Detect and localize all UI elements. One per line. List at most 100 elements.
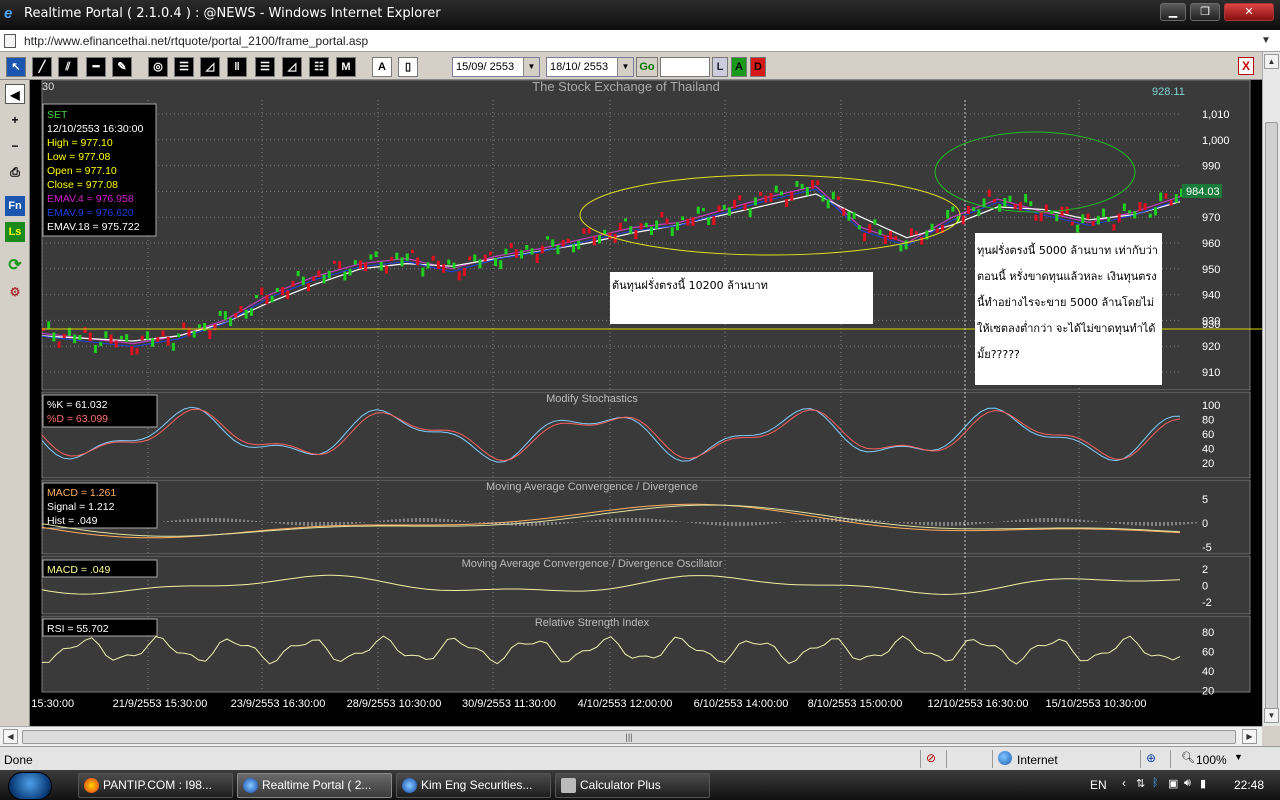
date-from-select[interactable]: 15/09/ 2553 ▼ (452, 57, 540, 77)
restore-button[interactable]: ❐ (1190, 3, 1220, 21)
macd-hist-value: Hist = .049 (47, 515, 98, 527)
zoom-dropdown-icon[interactable]: ▼ (1234, 752, 1243, 762)
zoom-level[interactable]: 100% (1196, 753, 1227, 767)
candle (951, 206, 955, 212)
mean-tool-icon[interactable]: M (336, 57, 356, 77)
candle (857, 225, 861, 230)
note-tool-icon[interactable]: ▯ (398, 57, 418, 77)
zoom-out-icon[interactable]: − (5, 136, 25, 156)
candle (1076, 224, 1080, 233)
print-icon[interactable]: ⎙ (5, 162, 25, 182)
osc-tick-label: -2 (1202, 597, 1212, 609)
candle (208, 330, 212, 339)
parallel-line-tool-icon[interactable]: ⫽ (58, 57, 78, 77)
price-tick-label: 960 (1202, 238, 1220, 250)
start-button[interactable] (8, 772, 52, 800)
fibonacci-circle-tool-icon[interactable]: ◎ (148, 57, 168, 77)
task-calculator[interactable]: Calculator Plus (555, 773, 710, 798)
candle (826, 199, 830, 209)
pointer-tool-icon[interactable]: ↖ (6, 57, 26, 77)
candle (670, 227, 674, 237)
monitor-icon[interactable]: ▣ (1168, 777, 1178, 790)
settings-icon[interactable]: ⚙ (5, 282, 25, 302)
candle (338, 261, 342, 269)
candle (436, 260, 440, 270)
zoom-icon[interactable]: 🔍︎ (1181, 751, 1195, 764)
task-pantip[interactable]: PANTIP.COM : I98... (78, 773, 233, 798)
fn-button[interactable]: Fn (5, 196, 25, 216)
chevron-down-icon[interactable]: ▼ (617, 58, 633, 76)
clock[interactable]: 22:48 (1234, 778, 1264, 792)
candle (914, 231, 918, 235)
horizontal-scroll-thumb[interactable]: ||| (22, 730, 1236, 744)
candle (738, 195, 742, 201)
horizontal-line-tool-icon[interactable]: ━ (86, 57, 106, 77)
vertical-scrollbar[interactable]: ▲ ▼ (1262, 52, 1280, 726)
rsi-tick-label: 60 (1202, 647, 1214, 659)
address-bar[interactable]: http://www.efinancethai.net/rtquote/port… (0, 30, 1280, 52)
line-tool-icon[interactable]: ╱ (32, 57, 52, 77)
power-icon[interactable]: ▮ (1200, 777, 1206, 790)
zoom-in-icon[interactable]: + (5, 110, 25, 130)
price-tick-label: 950 (1202, 264, 1220, 276)
candle (977, 209, 981, 217)
d-button[interactable]: D (750, 57, 766, 77)
date-to-select[interactable]: 18/10/ 2553 ▼ (546, 57, 634, 77)
volume-icon[interactable]: 🔊︎ (1184, 777, 1191, 790)
candle (509, 243, 513, 249)
window-title: Realtime Portal ( 2.1.0.4 ) : @NEWS - Wi… (24, 6, 441, 21)
candle (821, 195, 825, 202)
candle (873, 219, 877, 225)
candle (909, 228, 913, 236)
popup-blocker-icon[interactable]: ⊘ (926, 751, 936, 765)
candle (348, 268, 352, 276)
vertical-scroll-thumb[interactable] (1265, 122, 1278, 722)
scroll-right-icon[interactable]: ▶ (1242, 729, 1257, 744)
a-button[interactable]: A (731, 57, 747, 77)
refresh-icon[interactable]: ⟳ (5, 256, 25, 276)
text-tool-button[interactable]: A (372, 57, 392, 77)
candle (52, 332, 56, 342)
protected-mode-icon[interactable]: ⊕ (1146, 751, 1156, 765)
scroll-down-icon[interactable]: ▼ (1264, 708, 1279, 723)
go-button[interactable]: Go (636, 57, 658, 77)
language-indicator[interactable]: EN (1090, 778, 1107, 792)
scroll-left-icon[interactable]: ◀ (3, 729, 18, 744)
window-titlebar: e Realtime Portal ( 2.1.0.4 ) : @NEWS - … (0, 0, 1280, 30)
candle (171, 342, 175, 351)
minimize-button[interactable]: ▁ (1160, 3, 1186, 21)
address-dropdown-icon[interactable]: ▼ (1258, 33, 1274, 49)
gann-fan-tool-icon[interactable]: ◿ (282, 57, 302, 77)
chart-area[interactable]: 30 The Stock Exchange of Thailand 928.11… (10, 79, 1262, 726)
gann-line-tool-icon[interactable]: ☰ (255, 57, 275, 77)
bluetooth-icon[interactable]: ᛒ (1152, 777, 1159, 789)
task-realtime-portal[interactable]: Realtime Portal ( 2... (237, 773, 392, 798)
task-kim-eng[interactable]: Kim Eng Securities... (396, 773, 551, 798)
fibonacci-retracement-tool-icon[interactable]: ☰ (174, 57, 194, 77)
collapse-left-icon[interactable]: ◀ (5, 84, 25, 104)
scroll-up-icon[interactable]: ▲ (1264, 54, 1279, 69)
channel-tool-icon[interactable]: ☷ (309, 57, 329, 77)
ls-button[interactable]: Ls (5, 222, 25, 242)
time-zone-tool-icon[interactable]: ‖ (227, 57, 247, 77)
chevron-down-icon[interactable]: ▼ (523, 58, 539, 76)
fibonacci-fan-tool-icon[interactable]: ◿ (200, 57, 220, 77)
candle (811, 180, 815, 189)
candle (1174, 194, 1178, 203)
osc-title: Moving Average Convergence / Divergence … (462, 558, 723, 570)
candle (130, 346, 134, 356)
l-button[interactable]: L (712, 57, 728, 77)
chart-close-button[interactable]: X (1238, 57, 1254, 75)
horizontal-scrollbar[interactable]: ◀ ||| ▶ (0, 726, 1262, 746)
network-icon[interactable]: ⇅ (1136, 777, 1145, 790)
info-symbol: SET (47, 109, 68, 121)
address-url[interactable]: http://www.efinancethai.net/rtquote/port… (24, 34, 368, 48)
info-emav18: EMAV.18 = 975.722 (47, 221, 140, 233)
tray-expand-icon[interactable]: ‹ (1122, 776, 1126, 790)
eraser-tool-icon[interactable]: ✎ (112, 57, 132, 77)
symbol-input[interactable] (660, 57, 710, 77)
close-window-button[interactable]: ✕ (1224, 3, 1274, 21)
chart-svg[interactable]: 30 The Stock Exchange of Thailand 928.11… (10, 79, 1262, 726)
candle (1096, 215, 1100, 225)
candle (229, 317, 233, 327)
